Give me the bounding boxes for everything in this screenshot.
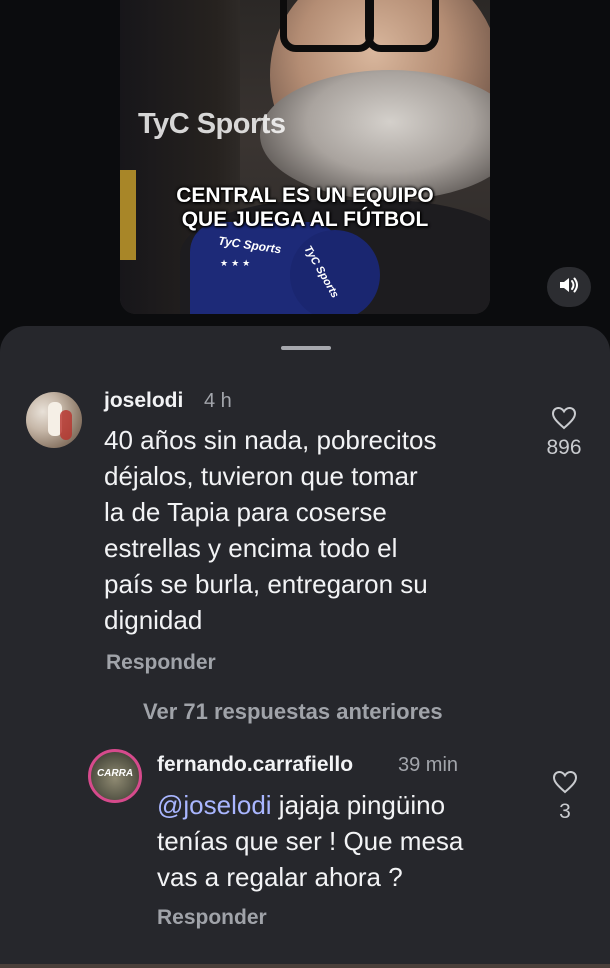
comment-time: 4 h — [204, 390, 232, 412]
comments-sheet: joselodi 4 h 40 años sin nada, pobrecito… — [0, 326, 610, 968]
comment-text: 40 años sin nada, pobrecitos déjalos, tu… — [104, 425, 437, 635]
like-count: 3 — [559, 800, 571, 823]
microphone-stars: ★★★ — [220, 258, 254, 268]
divider — [0, 964, 610, 968]
speaker-icon — [558, 276, 580, 299]
heart-icon — [552, 770, 578, 794]
sheet-drag-handle[interactable] — [281, 346, 331, 350]
video-caption: CENTRAL ES UN EQUIPO QUE JUEGA AL FÚTBOL — [120, 184, 490, 232]
reply-button[interactable]: Responder — [106, 651, 216, 675]
like-button[interactable]: 3 — [543, 770, 587, 824]
volume-button[interactable] — [547, 267, 591, 307]
video-caption-line: QUE JUEGA AL FÚTBOL — [181, 208, 429, 231]
comment-username[interactable]: fernando.carrafiello — [157, 753, 353, 777]
avatar-text: CARRA — [96, 768, 134, 779]
video-player[interactable]: TyC Sports TyC Sports TyC Sports ★★★ CEN… — [120, 0, 490, 314]
reply-button[interactable]: Responder — [157, 906, 267, 930]
avatar[interactable] — [26, 392, 82, 448]
view-replies-link[interactable]: Ver 71 respuestas anteriores — [143, 699, 443, 725]
mention-link[interactable]: @joselodi — [157, 790, 272, 820]
video-watermark: TyC Sports — [138, 108, 286, 140]
comment-time: 39 min — [398, 754, 459, 776]
video-person-glasses — [365, 0, 439, 52]
avatar[interactable]: CARRA — [88, 749, 142, 803]
reply-text: @joselodi jajaja pingüino tenías que ser… — [157, 790, 464, 892]
microphone — [290, 230, 380, 314]
comment-username[interactable]: joselodi — [104, 389, 183, 413]
heart-icon — [551, 406, 577, 430]
video-area: TyC Sports TyC Sports TyC Sports ★★★ CEN… — [0, 0, 610, 340]
video-person-beard — [260, 70, 490, 200]
like-count: 896 — [546, 436, 582, 459]
video-caption-line: CENTRAL ES UN EQUIPO — [176, 184, 434, 207]
video-person-glasses — [280, 0, 374, 52]
like-button[interactable]: 896 — [542, 406, 586, 460]
